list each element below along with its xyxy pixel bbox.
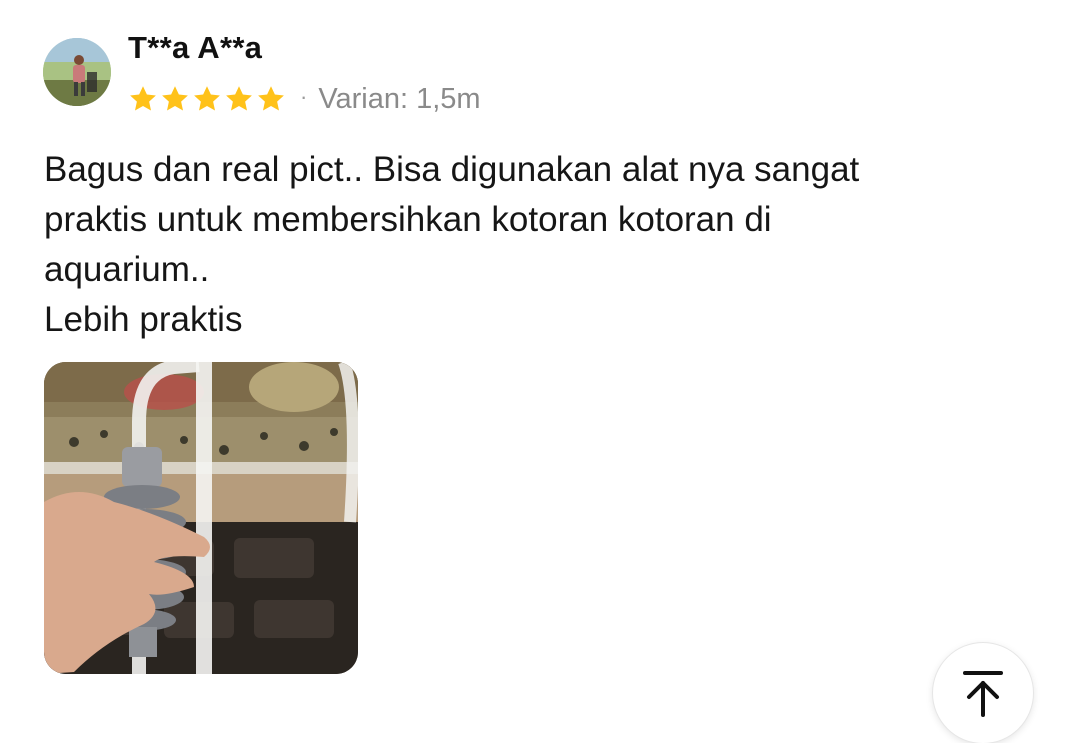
separator-dot: · bbox=[300, 84, 308, 109]
review-line: praktis untuk membersihkan kotoran kotor… bbox=[44, 200, 772, 239]
rating-row: · Varian: 1,5m bbox=[128, 80, 481, 118]
star-icon bbox=[194, 86, 220, 111]
review-text: Bagus dan real pict.. Bisa digunakan ala… bbox=[44, 145, 1034, 345]
star-icon bbox=[258, 86, 284, 111]
variant-label: Varian: 1,5m bbox=[318, 82, 481, 115]
star-rating bbox=[128, 84, 286, 114]
review-line: Lebih praktis bbox=[44, 300, 243, 339]
star-icon bbox=[226, 86, 252, 111]
scroll-to-top-button[interactable] bbox=[933, 643, 1033, 743]
review-line: aquarium.. bbox=[44, 250, 210, 289]
review-line: Bagus dan real pict.. Bisa digunakan ala… bbox=[44, 150, 860, 189]
star-icon bbox=[130, 86, 156, 111]
star-icon bbox=[162, 86, 188, 111]
arrow-up-to-line-icon bbox=[963, 671, 1003, 717]
reviewer-name: T**a A**a bbox=[128, 30, 263, 65]
review-photo[interactable] bbox=[44, 362, 358, 674]
reviewer-avatar[interactable] bbox=[43, 38, 111, 106]
